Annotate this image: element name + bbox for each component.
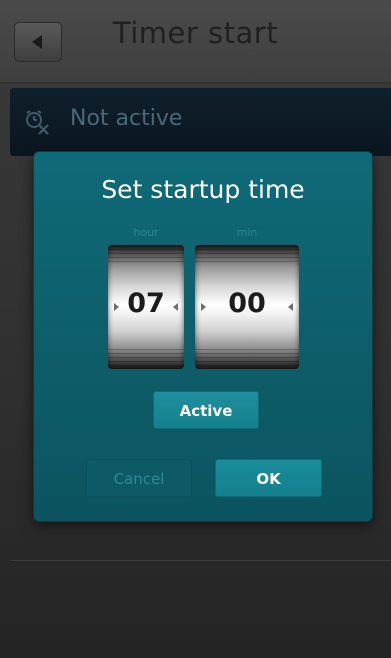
screen: Timer start Not active Set startup time … — [0, 0, 391, 658]
minute-marker-right-icon — [288, 303, 293, 311]
startup-time-dialog: Set startup time hour min 07 00 Active C… — [34, 152, 372, 521]
page-title: Timer start — [112, 16, 279, 50]
header-bar: Timer start — [0, 0, 391, 83]
list-divider — [10, 560, 391, 561]
hour-label: hour — [133, 226, 159, 239]
timer-status-row[interactable]: Not active — [10, 88, 391, 156]
dialog-title: Set startup time — [101, 175, 305, 204]
ok-button[interactable]: OK — [215, 459, 322, 497]
status-text: Not active — [70, 106, 183, 131]
cancel-button[interactable]: Cancel — [86, 459, 192, 497]
alarm-off-icon — [26, 110, 49, 135]
minute-picker[interactable]: 00 — [195, 245, 299, 369]
minute-label: min — [236, 226, 258, 239]
hour-marker-right-icon — [173, 303, 178, 311]
minute-value: 00 — [228, 288, 266, 319]
hour-picker[interactable]: 07 — [108, 245, 184, 369]
active-button[interactable]: Active — [153, 391, 259, 429]
